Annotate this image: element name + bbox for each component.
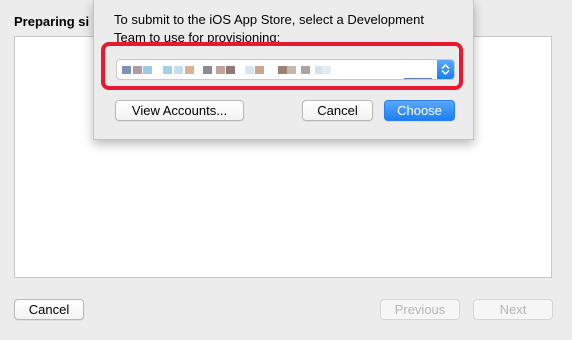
- next-button[interactable]: Next: [473, 299, 553, 320]
- window-cancel-button[interactable]: Cancel: [14, 299, 84, 320]
- previous-button[interactable]: Previous: [380, 299, 460, 320]
- highlight-annotation: [101, 42, 463, 90]
- choose-button[interactable]: Choose: [384, 100, 455, 121]
- sheet-cancel-button[interactable]: Cancel: [302, 100, 373, 121]
- team-selection-sheet: To submit to the iOS App Store, select a…: [93, 0, 474, 140]
- window-title: Preparing si: [14, 14, 90, 29]
- view-accounts-button[interactable]: View Accounts...: [115, 100, 244, 121]
